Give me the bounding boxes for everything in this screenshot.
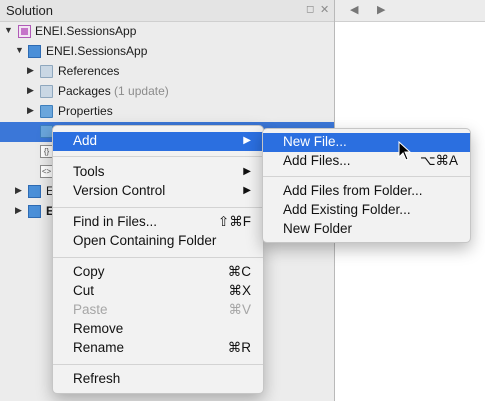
menu-item-paste-label: Paste: [73, 302, 108, 317]
solution-pad-title: Solution: [6, 3, 53, 18]
menu-item-find-in-files[interactable]: Find in Files... ⇧⌘F: [53, 213, 263, 232]
solution-label: ENEI.SessionsApp: [35, 24, 137, 38]
tree-row-packages[interactable]: ▶ Packages (1 update): [0, 82, 334, 102]
solution-pad-header: Solution ◻ ✕: [0, 0, 334, 22]
menu-item-cut[interactable]: Cut ⌘X: [53, 282, 263, 301]
menu-item-tools[interactable]: Tools ▶: [53, 163, 263, 182]
submenu-separator: [263, 176, 470, 177]
rename-shortcut: ⌘R: [227, 340, 251, 355]
tree-row-properties[interactable]: ▶ Properties: [0, 102, 334, 122]
project-icon: [28, 205, 41, 218]
menu-item-rename-label: Rename: [73, 340, 125, 355]
menu-item-remove-label: Remove: [73, 321, 124, 336]
tree-row-solution[interactable]: ▼ ENEI.SessionsApp: [0, 22, 334, 42]
submenu-item-new-file-label: New File...: [283, 134, 347, 149]
properties-folder-icon: [40, 105, 53, 118]
context-menu: Add ▶ Tools ▶ Version Control ▶ Find in …: [52, 125, 264, 394]
menu-item-find-in-files-label: Find in Files...: [73, 214, 158, 229]
properties-label: Properties: [58, 104, 113, 118]
menu-item-tools-label: Tools: [73, 164, 105, 179]
collapsed-arrow-icon[interactable]: ▶: [27, 65, 34, 76]
submenu-item-add-files-from-folder[interactable]: Add Files from Folder...: [263, 182, 470, 201]
project-label: ENEI.SessionsApp: [46, 44, 148, 58]
submenu-item-add-files-label: Add Files...: [283, 153, 351, 168]
menu-item-open-containing-folder[interactable]: Open Containing Folder: [53, 232, 263, 251]
references-label: References: [58, 64, 120, 78]
submenu-item-add-files[interactable]: Add Files... ⌥⌘A: [263, 152, 470, 171]
project-icon: [28, 185, 41, 198]
menu-item-rename[interactable]: Rename ⌘R: [53, 339, 263, 358]
collapsed-arrow-icon[interactable]: ▶: [27, 105, 34, 116]
close-icon[interactable]: ✕: [320, 3, 329, 16]
mouse-pointer-icon: [398, 141, 412, 161]
packages-name: Packages: [58, 84, 111, 98]
menu-item-cut-label: Cut: [73, 283, 95, 298]
add-submenu: New File... Add Files... ⌥⌘A Add Files f…: [262, 128, 471, 243]
collapsed-arrow-icon[interactable]: ▶: [27, 85, 34, 96]
menu-item-version-control-label: Version Control: [73, 183, 166, 198]
menu-separator: [53, 156, 263, 157]
submenu-arrow-icon: ▶: [243, 135, 251, 146]
menu-separator: [53, 364, 263, 365]
float-icon[interactable]: ◻: [306, 4, 314, 15]
nav-back-icon[interactable]: ◀: [350, 3, 358, 16]
packages-folder-icon: [40, 85, 53, 98]
paste-shortcut: ⌘V: [228, 302, 251, 317]
find-in-files-shortcut: ⇧⌘F: [217, 214, 251, 229]
menu-item-version-control[interactable]: Version Control ▶: [53, 182, 263, 201]
menu-separator: [53, 207, 263, 208]
collapsed-arrow-icon[interactable]: ▶: [15, 205, 22, 216]
packages-label: Packages (1 update): [58, 84, 169, 98]
collapsed-arrow-icon[interactable]: ▶: [15, 185, 22, 196]
menu-item-open-containing-folder-label: Open Containing Folder: [73, 233, 217, 248]
menu-item-copy[interactable]: Copy ⌘C: [53, 263, 263, 282]
solution-icon: [18, 25, 31, 38]
menu-item-refresh[interactable]: Refresh: [53, 370, 263, 389]
expanded-arrow-icon[interactable]: ▼: [4, 25, 13, 35]
tree-row-project[interactable]: ▼ ENEI.SessionsApp: [0, 42, 334, 62]
packages-update-note: (1 update): [114, 84, 169, 98]
menu-item-remove[interactable]: Remove: [53, 320, 263, 339]
tree-row-references[interactable]: ▶ References: [0, 62, 334, 82]
submenu-item-new-folder-label: New Folder: [283, 221, 353, 236]
submenu-item-new-file[interactable]: New File...: [263, 133, 470, 152]
menu-item-refresh-label: Refresh: [73, 371, 121, 386]
submenu-item-new-folder[interactable]: New Folder: [263, 220, 470, 239]
menu-item-add[interactable]: Add ▶: [53, 132, 263, 151]
document-tabbar: ◀ ▶: [335, 0, 485, 22]
submenu-arrow-icon: ▶: [243, 185, 251, 196]
submenu-item-add-existing-folder-label: Add Existing Folder...: [283, 202, 411, 217]
submenu-arrow-icon: ▶: [243, 166, 251, 177]
add-files-shortcut: ⌥⌘A: [419, 153, 458, 168]
menu-separator: [53, 257, 263, 258]
references-folder-icon: [40, 65, 53, 78]
menu-item-add-label: Add: [73, 133, 98, 148]
expanded-arrow-icon[interactable]: ▼: [15, 45, 24, 55]
submenu-item-add-existing-folder[interactable]: Add Existing Folder...: [263, 201, 470, 220]
menu-item-copy-label: Copy: [73, 264, 105, 279]
project-icon: [28, 45, 41, 58]
copy-shortcut: ⌘C: [227, 264, 251, 279]
nav-forward-icon[interactable]: ▶: [377, 3, 385, 16]
submenu-item-add-files-from-folder-label: Add Files from Folder...: [283, 183, 423, 198]
cut-shortcut: ⌘X: [228, 283, 251, 298]
menu-item-paste[interactable]: Paste ⌘V: [53, 301, 263, 320]
